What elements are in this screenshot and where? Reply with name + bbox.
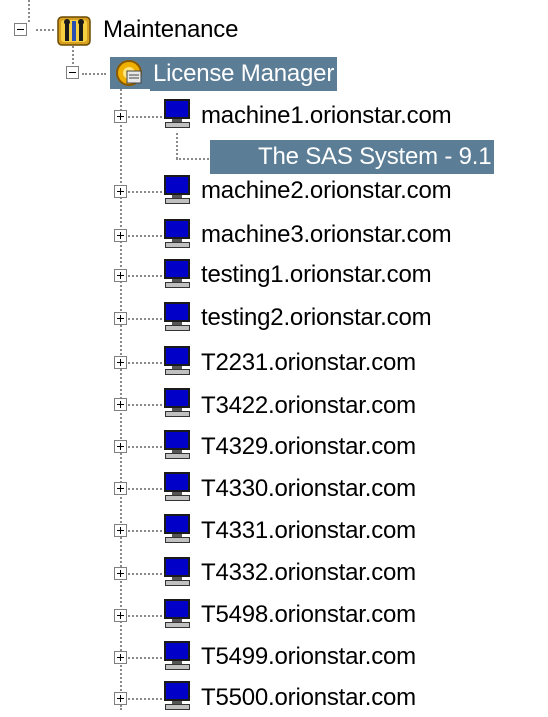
license-manager-icon xyxy=(110,57,150,89)
expand-testing1-toggle[interactable] xyxy=(114,269,127,282)
computer-icon xyxy=(164,557,190,587)
tree-line xyxy=(128,362,162,364)
tree-line xyxy=(128,116,162,118)
expand-machine3-toggle[interactable] xyxy=(114,229,127,242)
computer-icon xyxy=(164,219,190,249)
tree-line xyxy=(176,133,178,159)
tree-node-t4330[interactable]: T4330.orionstar.com xyxy=(198,472,419,506)
tree-view: Maintenance License Manager machine1.ori… xyxy=(0,0,548,717)
tree-line xyxy=(128,404,162,406)
expand-t5499-toggle[interactable] xyxy=(114,651,127,664)
expand-t5498-toggle[interactable] xyxy=(114,609,127,622)
tree-line xyxy=(128,446,162,448)
expand-t2231-toggle[interactable] xyxy=(114,356,127,369)
tree-node-t2231[interactable]: T2231.orionstar.com xyxy=(198,346,419,380)
tree-line xyxy=(128,275,162,277)
tree-node-maintenance[interactable]: Maintenance xyxy=(100,13,241,47)
tree-node-testing2[interactable]: testing2.orionstar.com xyxy=(198,301,434,335)
expand-machine1-toggle[interactable] xyxy=(114,110,127,123)
computer-icon xyxy=(164,99,190,129)
expand-machine2-toggle[interactable] xyxy=(114,185,127,198)
tree-line xyxy=(128,191,162,193)
tree-node-t5500[interactable]: T5500.orionstar.com xyxy=(198,681,419,715)
collapse-license-manager-toggle[interactable] xyxy=(66,66,79,79)
tree-node-t4331[interactable]: T4331.orionstar.com xyxy=(198,514,419,548)
tree-line xyxy=(72,46,74,64)
computer-icon xyxy=(164,259,190,289)
tree-line xyxy=(128,615,162,617)
computer-icon xyxy=(164,472,190,502)
computer-icon xyxy=(164,346,190,376)
maintenance-tools-icon xyxy=(54,14,94,46)
collapse-maintenance-toggle[interactable] xyxy=(14,23,27,36)
expand-t4330-toggle[interactable] xyxy=(114,482,127,495)
tree-node-t4332[interactable]: T4332.orionstar.com xyxy=(198,556,419,590)
tree-node-t4329[interactable]: T4329.orionstar.com xyxy=(198,430,419,464)
computer-icon xyxy=(164,641,190,671)
expand-t3422-toggle[interactable] xyxy=(114,398,127,411)
tree-line xyxy=(128,657,162,659)
expand-t5500-toggle[interactable] xyxy=(114,692,127,705)
expand-testing2-toggle[interactable] xyxy=(114,312,127,325)
computer-icon xyxy=(164,514,190,544)
tree-line xyxy=(128,488,162,490)
tree-node-machine1[interactable]: machine1.orionstar.com xyxy=(198,99,454,133)
tree-line xyxy=(128,573,162,575)
tree-node-t5498[interactable]: T5498.orionstar.com xyxy=(198,598,419,632)
tree-line xyxy=(128,318,162,320)
computer-icon xyxy=(164,599,190,629)
tree-line xyxy=(128,530,162,532)
tree-line xyxy=(82,73,106,75)
expand-t4329-toggle[interactable] xyxy=(114,440,127,453)
tree-node-t5499[interactable]: T5499.orionstar.com xyxy=(198,640,419,674)
tree-line xyxy=(28,0,30,22)
tree-line xyxy=(36,29,54,31)
computer-icon xyxy=(164,302,190,332)
computer-icon xyxy=(164,681,190,711)
tree-node-license-manager[interactable]: License Manager xyxy=(150,57,338,91)
computer-icon xyxy=(164,388,190,418)
tree-node-machine3[interactable]: machine3.orionstar.com xyxy=(198,218,454,252)
expand-t4331-toggle[interactable] xyxy=(114,524,127,537)
tree-node-t3422[interactable]: T3422.orionstar.com xyxy=(198,389,419,423)
tree-node-sas-system[interactable]: The SAS System - 9.1 xyxy=(210,140,495,174)
computer-icon xyxy=(164,430,190,460)
tree-line xyxy=(128,235,162,237)
expand-t4332-toggle[interactable] xyxy=(114,567,127,580)
tree-node-testing1[interactable]: testing1.orionstar.com xyxy=(198,258,434,292)
tree-line xyxy=(128,698,162,700)
computer-icon xyxy=(164,175,190,205)
tree-node-machine2[interactable]: machine2.orionstar.com xyxy=(198,174,454,208)
